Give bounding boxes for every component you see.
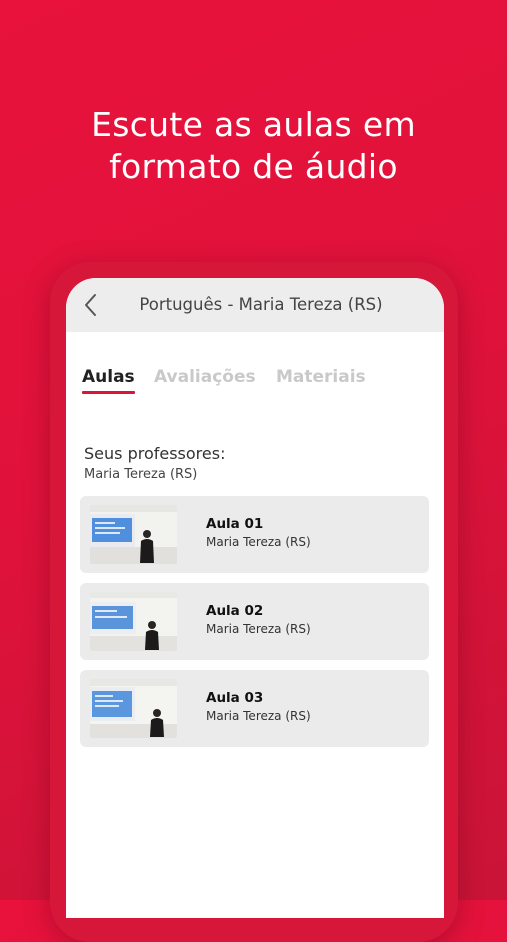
page-title: Português - Maria Tereza (RS) [139, 295, 383, 314]
classroom-video-thumbnail-icon [90, 592, 177, 651]
teachers-heading: Seus professores: [84, 444, 226, 463]
app-screen: Português - Maria Tereza (RS) Aulas Aval… [66, 278, 444, 918]
lesson-title: Aula 01 [206, 516, 264, 532]
classroom-video-thumbnail-icon [90, 505, 177, 564]
lesson-title: Aula 03 [206, 690, 264, 706]
promo-headline-line-2: formato de áudio [109, 147, 398, 186]
lesson-thumbnail [90, 505, 177, 564]
lesson-card[interactable]: Aula 01 Maria Tereza (RS) [80, 496, 429, 573]
tab-materiais[interactable]: Materiais [276, 367, 366, 387]
teacher-name: Maria Tereza (RS) [84, 467, 198, 482]
promo-headline: Escute as aulas em formato de áudio [0, 104, 507, 188]
active-tab-indicator [82, 391, 135, 394]
lesson-card[interactable]: Aula 02 Maria Tereza (RS) [80, 583, 429, 660]
lesson-teacher: Maria Tereza (RS) [206, 535, 311, 549]
tab-aulas[interactable]: Aulas [82, 367, 135, 394]
tab-avaliacoes[interactable]: Avaliações [154, 367, 256, 387]
chevron-left-icon[interactable] [80, 292, 104, 318]
lesson-thumbnail [90, 679, 177, 738]
lesson-list: Aula 01 Maria Tereza (RS) Aula 02 Maria [80, 496, 429, 757]
navigation-bar: Português - Maria Tereza (RS) [66, 278, 444, 332]
lesson-teacher: Maria Tereza (RS) [206, 622, 311, 636]
lesson-thumbnail [90, 592, 177, 651]
tab-aulas-label: Aulas [82, 367, 135, 387]
lesson-title: Aula 02 [206, 603, 264, 619]
classroom-video-thumbnail-icon [90, 679, 177, 738]
lesson-teacher: Maria Tereza (RS) [206, 709, 311, 723]
lesson-card[interactable]: Aula 03 Maria Tereza (RS) [80, 670, 429, 747]
promo-headline-line-1: Escute as aulas em [91, 105, 416, 144]
